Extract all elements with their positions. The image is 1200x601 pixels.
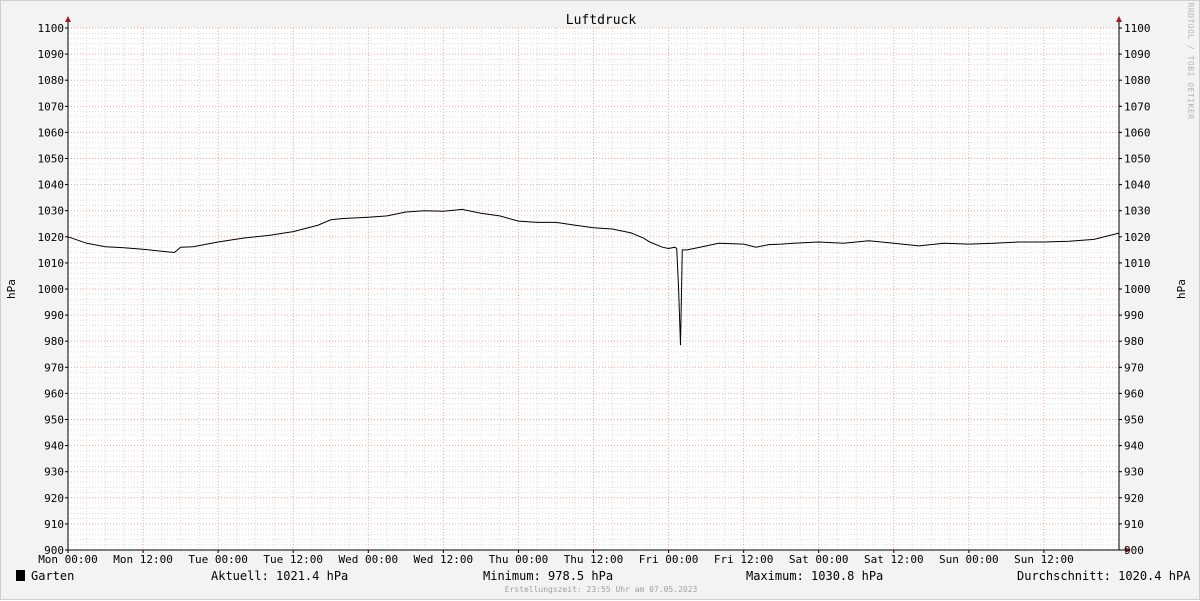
y-tick-label-left: 930 [44,466,64,479]
y-tick-label-left: 910 [44,518,64,531]
legend-current: Aktuell: 1021.4 hPa [211,569,349,583]
legend-row: Garten Aktuell: 1021.4 hPa Minimum: 978.… [1,567,1200,585]
y-tick-label-right: 1050 [1124,153,1151,166]
x-tick-label: Fri 12:00 [714,553,774,566]
y-tick-label-left: 1000 [38,283,65,296]
y-tick-label-left: 960 [44,387,64,400]
creation-time: Erstellungszeit: 23:55 Uhr am 07.05.2023 [504,585,698,594]
y-tick-label-left: 940 [44,440,64,453]
y-tick-label-right: 1020 [1124,231,1151,244]
y-tick-label-right: 960 [1124,387,1144,400]
y-tick-label-left: 1080 [38,74,65,87]
y-tick-label-left: 1060 [38,126,65,139]
legend-minimum: Minimum: 978.5 hPa [483,569,614,583]
y-tick-label-left: 1090 [38,48,65,61]
x-tick-label: Thu 12:00 [564,553,624,566]
y-tick-label-left: 920 [44,492,64,505]
y-tick-label-left: 1050 [38,153,65,166]
y-tick-label-left: 1070 [38,100,65,113]
y-tick-label-right: 1040 [1124,179,1151,192]
y-tick-label-right: 990 [1124,309,1144,322]
y-tick-label-left: 970 [44,361,64,374]
y-tick-label-left: 1030 [38,205,65,218]
y-tick-label-left: 990 [44,309,64,322]
x-tick-label: Thu 00:00 [489,553,549,566]
y-axis-label-left: hPa [5,279,18,299]
pressure-chart: 900 910 920 930 940 950 960 970 980 990 1000 1010 10… [5,3,1195,566]
y-tick-label-right: 920 [1124,492,1144,505]
rrdtool-watermark: RRDTOOL / TOBI OETIKER [1186,3,1195,120]
legend-swatch [16,570,25,581]
legend-average: Durchschnitt: 1020.4 hPA [1017,569,1191,583]
x-tick-label: Sat 12:00 [864,553,924,566]
axis-arrow-right [1116,16,1122,22]
x-tick-label: Sun 12:00 [1014,553,1074,566]
y-tick-label-left: 950 [44,414,64,427]
y-tick-label-right: 1010 [1124,257,1151,270]
y-tick-label-right: 1000 [1124,283,1151,296]
y-tick-label-right: 940 [1124,440,1144,453]
y-tick-label-right: 970 [1124,361,1144,374]
axis-arrow-left [65,16,71,22]
x-tick-label: Wed 00:00 [338,553,398,566]
chart-title: Luftdruck [566,13,637,28]
y-tick-label-right: 1070 [1124,100,1151,113]
y-tick-label-left: 1100 [38,22,65,35]
x-tick-label: Mon 12:00 [113,553,173,566]
y-tick-label-right: 900 [1124,544,1144,557]
y-axis-label-right: hPa [1175,279,1188,299]
y-tick-label-right: 1090 [1124,48,1151,61]
chart-canvas: 900 910 920 930 940 950 960 970 980 990 1000 1010 10… [0,0,1200,600]
y-tick-label-right: 1080 [1124,74,1151,87]
legend-entry-garten: Garten [16,567,74,585]
y-tick-label-left: 980 [44,335,64,348]
y-tick-label-right: 980 [1124,335,1144,348]
y-tick-label-left: 1010 [38,257,65,270]
y-tick-label-right: 910 [1124,518,1144,531]
x-tick-label: Tue 12:00 [263,553,323,566]
y-tick-label-right: 1060 [1124,126,1151,139]
legend-series-name: Garten [31,569,75,583]
y-tick-label-right: 1030 [1124,205,1151,218]
y-tick-label-right: 930 [1124,466,1144,479]
y-tick-label-left: 1040 [38,179,65,192]
x-tick-label: Sat 00:00 [789,553,849,566]
x-tick-label: Mon 00:00 [38,553,98,566]
y-tick-label-right: 1100 [1124,22,1151,35]
x-tick-label: Sun 00:00 [939,553,999,566]
legend-maximum: Maximum: 1030.8 hPa [746,569,884,583]
x-tick-label: Wed 12:00 [414,553,474,566]
y-tick-label-left: 1020 [38,231,65,244]
y-tick-label-right: 950 [1124,414,1144,427]
x-tick-label: Tue 00:00 [188,553,248,566]
x-tick-label: Fri 00:00 [639,553,699,566]
